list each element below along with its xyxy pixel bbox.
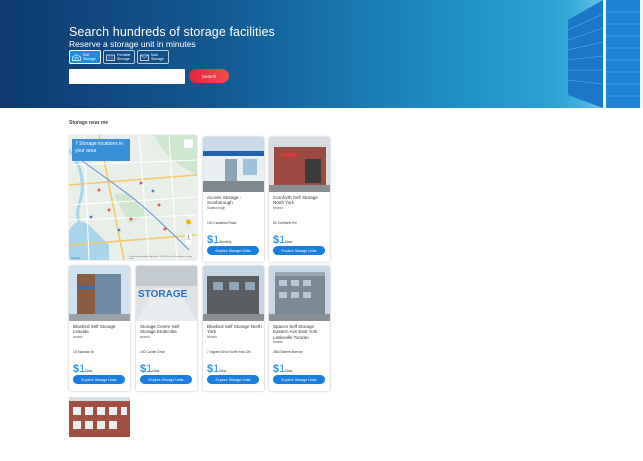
facility-address: 358 Eastern Avenue: [273, 350, 303, 354]
facility-city: toronto: [273, 339, 283, 344]
tab-mail-storage[interactable]: Mail Storage: [137, 50, 169, 64]
facility-photo: [203, 137, 264, 192]
facility-address: 100 Canadian Road: [207, 221, 237, 225]
tab-mail-storage-label: Mail Storage: [151, 53, 164, 61]
facility-photo: [269, 137, 330, 192]
facility-address: 82 Cornforth Rd: [273, 221, 297, 225]
location-search-input[interactable]: [69, 69, 185, 84]
storage-card[interactable]: Access Storage - Scarborough Scarborough …: [203, 137, 264, 262]
search-button[interactable]: Search: [189, 69, 229, 83]
facility-city: Scarborough: [207, 205, 226, 210]
facility-photo: [269, 266, 330, 321]
storage-card[interactable]: Bluebird Self Storage North York toronto …: [203, 266, 264, 391]
facility-address: 7 Ingram Drive North York ON: [207, 350, 251, 354]
explore-units-button[interactable]: Explore Storage Units: [273, 246, 325, 255]
tab-portable-storage-label: Portable Storage: [117, 53, 131, 61]
facility-address: 15 Esandar Dr: [73, 350, 95, 354]
storage-card-partial[interactable]: [69, 397, 130, 437]
storage-map[interactable]: 7 Storage locations in your area Google …: [69, 135, 197, 260]
facility-name: Storage Centre Self Storage Etobicoke tor…: [140, 324, 195, 340]
facility-photo: [69, 397, 130, 437]
storage-doors-image: [548, 0, 643, 108]
google-logo: Google: [71, 256, 81, 260]
tab-self-storage[interactable]: Self Storage: [69, 50, 101, 64]
facility-name: Access Storage - Scarborough Scarborough: [207, 195, 262, 211]
map-locations-badge: 7 Storage locations in your area: [72, 139, 130, 161]
facility-city: toronto: [73, 334, 83, 339]
explore-units-button[interactable]: Explore Storage Units: [273, 375, 325, 384]
facility-photo: [203, 266, 264, 321]
facility-photo: [69, 266, 130, 321]
facility-name: Cornforth Self Storage North York toronto: [273, 195, 328, 211]
self-storage-icon: [72, 53, 81, 61]
map-attribution: Google Keyboard shortcuts Map data ©2023…: [69, 255, 197, 260]
portable-storage-icon: [106, 54, 115, 61]
map-footer-text[interactable]: Keyboard shortcuts Map data ©2023 Terms …: [129, 256, 197, 260]
explore-units-button[interactable]: Explore Storage Units: [207, 246, 259, 255]
facility-name: Bluebird Self Storage North York toronto: [207, 324, 262, 339]
facility-city: toronto: [140, 334, 150, 339]
facility-photo: STORAGE: [136, 266, 197, 321]
facility-city: toronto: [273, 205, 283, 210]
facility-address: 100 Carrier Drive: [140, 350, 166, 354]
mail-storage-icon: [140, 54, 149, 61]
hero-subtitle: Reserve a storage unit in minutes: [69, 39, 196, 49]
storage-type-tabs: Self Storage Portable Storage Mail Stora…: [69, 50, 169, 64]
facility-name: Bluebird Self Storage Leaside toronto: [73, 324, 128, 340]
explore-units-button[interactable]: Explore Storage Units: [73, 375, 125, 384]
tab-portable-storage[interactable]: Portable Storage: [103, 50, 135, 64]
facility-name: Spaces Self Storage Eastern Ave East Yor…: [273, 324, 328, 345]
storage-sign-text: STORAGE: [138, 289, 188, 300]
explore-units-button[interactable]: Explore Storage Units: [207, 375, 259, 384]
hero-title: Search hundreds of storage facilities: [69, 25, 275, 39]
hero-banner: Search hundreds of storage facilities Re…: [0, 0, 643, 108]
storage-card[interactable]: STORAGE Storage Centre Self Storage Etob…: [136, 266, 197, 391]
storage-card[interactable]: Bluebird Self Storage Leaside toronto 15 …: [69, 266, 130, 391]
storage-card[interactable]: Cornforth Self Storage North York toronto…: [269, 137, 330, 262]
facility-city: toronto: [207, 334, 217, 339]
tab-self-storage-label: Self Storage: [83, 53, 96, 61]
section-title: Storage near me: [69, 120, 109, 126]
explore-units-button[interactable]: Explore Storage Units: [140, 375, 192, 384]
storage-card[interactable]: Spaces Self Storage Eastern Ave East Yor…: [269, 266, 330, 391]
